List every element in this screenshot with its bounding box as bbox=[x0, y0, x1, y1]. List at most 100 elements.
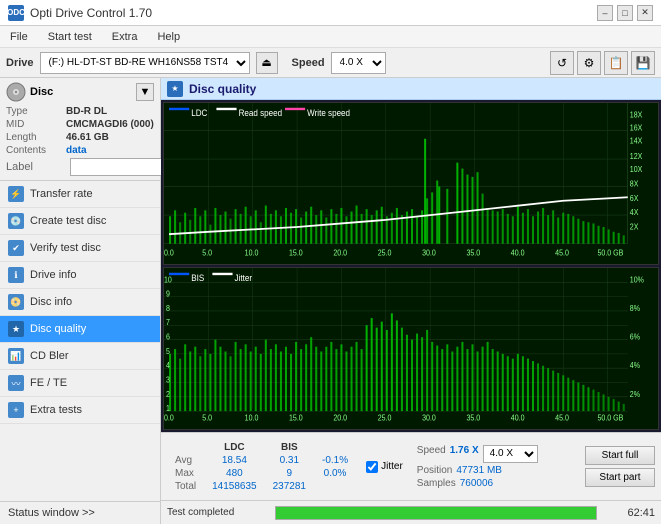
disc-label-input[interactable] bbox=[70, 158, 165, 176]
close-button[interactable]: ✕ bbox=[637, 5, 653, 21]
time-display: 62:41 bbox=[605, 507, 655, 519]
svg-text:2: 2 bbox=[166, 389, 170, 399]
maximize-button[interactable]: □ bbox=[617, 5, 633, 21]
menu-bar: File Start test Extra Help bbox=[0, 26, 661, 48]
svg-text:5.0: 5.0 bbox=[202, 248, 212, 258]
save-button[interactable]: 💾 bbox=[631, 51, 655, 75]
svg-text:15.0: 15.0 bbox=[289, 248, 303, 258]
svg-text:35.0: 35.0 bbox=[466, 413, 480, 423]
start-full-button[interactable]: Start full bbox=[585, 446, 655, 465]
eject-button[interactable]: ⏏ bbox=[256, 52, 278, 74]
stats-empty2-header bbox=[314, 441, 356, 454]
menu-start-test[interactable]: Start test bbox=[44, 30, 96, 44]
menu-file[interactable]: File bbox=[6, 30, 32, 44]
app-icon: ODC bbox=[8, 5, 24, 21]
status-window-label: Status window >> bbox=[8, 507, 95, 519]
charts-area: LDC Read speed Write speed 18X 16X 14X 1… bbox=[161, 100, 661, 432]
title-bar-controls: – □ ✕ bbox=[597, 5, 653, 21]
chart1-svg: LDC Read speed Write speed 18X 16X 14X 1… bbox=[164, 103, 658, 264]
copy-button[interactable]: 📋 bbox=[604, 51, 628, 75]
disc-quality-icon: ★ bbox=[8, 321, 24, 337]
disc-length-value: 46.61 GB bbox=[66, 132, 109, 143]
svg-text:LDC: LDC bbox=[191, 107, 208, 118]
drive-info-label: Drive info bbox=[30, 269, 76, 281]
sidebar-item-disc-quality[interactable]: ★ Disc quality bbox=[0, 316, 160, 343]
disc-contents-label: Contents bbox=[6, 145, 66, 156]
svg-text:8: 8 bbox=[166, 303, 170, 313]
jitter-checkbox[interactable] bbox=[366, 461, 378, 473]
drive-bar-buttons: ↺ ⚙ 📋 💾 bbox=[550, 51, 655, 75]
verify-test-disc-icon: ✔ bbox=[8, 240, 24, 256]
svg-text:8%: 8% bbox=[630, 303, 640, 313]
app-title: Opti Drive Control 1.70 bbox=[30, 6, 152, 20]
verify-test-disc-label: Verify test disc bbox=[30, 242, 101, 254]
progress-bar-container bbox=[275, 506, 597, 520]
samples-row: Samples 760006 bbox=[417, 478, 538, 489]
jitter-checkbox-row: Jitter bbox=[366, 461, 403, 473]
settings-button[interactable]: ⚙ bbox=[577, 51, 601, 75]
disc-contents-value[interactable]: data bbox=[66, 145, 87, 156]
stats-max-label: Max bbox=[167, 467, 204, 480]
start-part-button[interactable]: Start part bbox=[585, 468, 655, 487]
sidebar-item-drive-info[interactable]: ℹ Drive info bbox=[0, 262, 160, 289]
stats-bis-header: BIS bbox=[265, 441, 314, 454]
refresh-button[interactable]: ↺ bbox=[550, 51, 574, 75]
main-layout: Disc ▼ Type BD-R DL MID CMCMAGDI6 (000) … bbox=[0, 78, 661, 524]
drive-info-icon: ℹ bbox=[8, 267, 24, 283]
fe-te-icon: 〰 bbox=[8, 375, 24, 391]
svg-text:40.0: 40.0 bbox=[511, 413, 525, 423]
disc-mid-value: CMCMAGDI6 (000) bbox=[66, 119, 154, 130]
speed-label: Speed bbox=[292, 57, 325, 69]
svg-text:20.0: 20.0 bbox=[333, 248, 347, 258]
svg-text:5.0: 5.0 bbox=[202, 413, 212, 423]
sidebar-status: Status window >> bbox=[0, 501, 160, 524]
disc-contents-row: Contents data bbox=[6, 145, 154, 156]
chart2-container: BIS Jitter 10% 8% 6% 4% 2% 10 9 8 7 6 5 bbox=[163, 267, 659, 430]
menu-help[interactable]: Help bbox=[153, 30, 184, 44]
sidebar-item-transfer-rate[interactable]: ⚡ Transfer rate bbox=[0, 181, 160, 208]
svg-text:30.0: 30.0 bbox=[422, 413, 436, 423]
disc-length-row: Length 46.61 GB bbox=[6, 132, 154, 143]
disc-type-value: BD-R DL bbox=[66, 106, 107, 117]
disc-quality-header-icon: ★ bbox=[167, 81, 183, 97]
sidebar: Disc ▼ Type BD-R DL MID CMCMAGDI6 (000) … bbox=[0, 78, 161, 524]
menu-extra[interactable]: Extra bbox=[108, 30, 142, 44]
position-label: Position bbox=[417, 465, 453, 476]
sidebar-item-disc-info[interactable]: 📀 Disc info bbox=[0, 289, 160, 316]
drive-selector[interactable]: (F:) HL-DT-ST BD-RE WH16NS58 TST4 bbox=[40, 52, 250, 74]
transfer-rate-icon: ⚡ bbox=[8, 186, 24, 202]
cd-bler-label: CD Bler bbox=[30, 350, 69, 362]
svg-text:15.0: 15.0 bbox=[289, 413, 303, 423]
speed-col-header: Speed bbox=[417, 445, 446, 463]
svg-text:14X: 14X bbox=[630, 136, 643, 146]
sidebar-item-extra-tests[interactable]: + Extra tests bbox=[0, 397, 160, 424]
disc-quality-header: ★ Disc quality bbox=[161, 78, 661, 100]
sidebar-item-fe-te[interactable]: 〰 FE / TE bbox=[0, 370, 160, 397]
svg-text:10%: 10% bbox=[630, 275, 644, 285]
svg-text:30.0: 30.0 bbox=[422, 248, 436, 258]
svg-text:10.0: 10.0 bbox=[245, 248, 259, 258]
create-test-disc-label: Create test disc bbox=[30, 215, 106, 227]
disc-details-button[interactable]: ▼ bbox=[136, 83, 154, 101]
svg-text:3: 3 bbox=[166, 375, 170, 385]
stats-max-ldc: 480 bbox=[204, 467, 265, 480]
sidebar-item-verify-test-disc[interactable]: ✔ Verify test disc bbox=[0, 235, 160, 262]
extra-tests-label: Extra tests bbox=[30, 404, 82, 416]
speed-selector-stats[interactable]: 4.0 X bbox=[483, 445, 538, 463]
bottom-bar: Test completed 62:41 bbox=[161, 500, 661, 524]
status-window-button[interactable]: Status window >> bbox=[0, 502, 160, 524]
speed-value: 1.76 X bbox=[450, 445, 479, 463]
svg-text:45.0: 45.0 bbox=[555, 248, 569, 258]
sidebar-item-cd-bler[interactable]: 📊 CD Bler bbox=[0, 343, 160, 370]
speed-info-section: Speed 1.76 X 4.0 X Position 47731 MB Sam… bbox=[417, 445, 538, 489]
sidebar-item-create-test-disc[interactable]: 💿 Create test disc bbox=[0, 208, 160, 235]
speed-selector[interactable]: 4.0 X bbox=[331, 52, 386, 74]
stats-avg-ldc: 18.54 bbox=[204, 454, 265, 467]
stats-max-bis: 9 bbox=[265, 467, 314, 480]
chart2-svg: BIS Jitter 10% 8% 6% 4% 2% 10 9 8 7 6 5 bbox=[164, 268, 658, 429]
stats-total-label: Total bbox=[167, 480, 204, 493]
disc-type-row: Type BD-R DL bbox=[6, 106, 154, 117]
svg-text:Read speed: Read speed bbox=[239, 107, 283, 118]
svg-text:9: 9 bbox=[166, 289, 170, 299]
minimize-button[interactable]: – bbox=[597, 5, 613, 21]
